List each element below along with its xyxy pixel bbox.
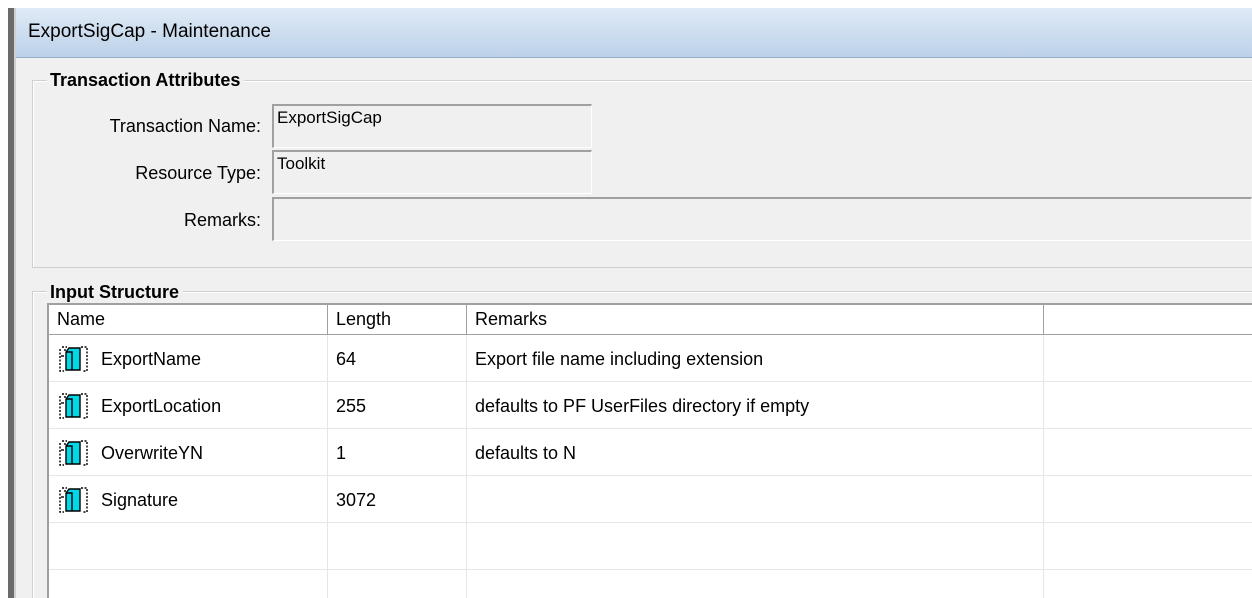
column-header-length[interactable]: Length (328, 305, 467, 335)
empty-table-row[interactable] (49, 570, 1252, 598)
cell-remarks (467, 570, 1044, 598)
cell-name: ExportName (49, 335, 328, 381)
field-icon (59, 346, 88, 372)
cell-remarks (467, 476, 1044, 522)
empty-table-row[interactable] (49, 523, 1252, 570)
cell-name: Signature (49, 476, 328, 522)
cell-length: 64 (328, 335, 467, 381)
window-title: ExportSigCap - Maintenance (28, 21, 271, 42)
column-header-name[interactable]: Name (49, 305, 328, 335)
cell-length (328, 523, 467, 569)
resource-type-field[interactable]: Toolkit (272, 150, 592, 194)
resource-type-value: Toolkit (277, 154, 326, 173)
field-icon (59, 393, 88, 419)
cell-blank (1044, 382, 1252, 428)
cell-remarks: Export file name including extension (467, 335, 1044, 381)
cell-blank (1044, 570, 1252, 598)
resource-type-label: Resource Type: (135, 163, 261, 183)
cell-length: 1 (328, 429, 467, 475)
transaction-attributes-label: Transaction Attributes (47, 70, 245, 91)
field-icon (59, 487, 88, 513)
cell-blank (1044, 429, 1252, 475)
table-row[interactable]: Signature 3072 (49, 476, 1252, 523)
column-header-blank[interactable] (1044, 305, 1252, 335)
transaction-name-value: ExportSigCap (277, 108, 382, 127)
cell-name (49, 523, 328, 569)
table-row[interactable]: ExportName 64 Export file name including e… (49, 335, 1252, 382)
transaction-name-label: Transaction Name: (109, 116, 261, 136)
maintenance-window: ExportSigCap - Maintenance Transaction A… (16, 8, 1252, 598)
window-titlebar[interactable]: ExportSigCap - Maintenance (16, 8, 1252, 58)
cell-name: ExportLocation (49, 382, 328, 428)
cell-remarks: defaults to N (467, 429, 1044, 475)
cell-blank (1044, 523, 1252, 569)
table-row[interactable]: OverwriteYN 1 defaults to N (49, 429, 1252, 476)
cell-length: 255 (328, 382, 467, 428)
cell-remarks: defaults to PF UserFiles directory if em… (467, 382, 1044, 428)
window-edge (8, 8, 16, 598)
cell-length: 3072 (328, 476, 467, 522)
cell-blank (1044, 476, 1252, 522)
remarks-label: Remarks: (183, 210, 261, 230)
cell-name (49, 570, 328, 598)
input-structure-grid[interactable]: Name Length Remarks ExportName 64 Export f… (47, 303, 1252, 598)
column-header-remarks[interactable]: Remarks (467, 305, 1044, 335)
table-row[interactable]: ExportLocation 255 defaults to PF UserFile… (49, 382, 1252, 429)
remarks-field[interactable] (272, 197, 1252, 241)
input-structure-label: Input Structure (47, 282, 183, 303)
cell-name: OverwriteYN (49, 429, 328, 475)
transaction-name-field[interactable]: ExportSigCap (272, 104, 592, 148)
field-icon (59, 440, 88, 466)
cell-length (328, 570, 467, 598)
cell-remarks (467, 523, 1044, 569)
cell-blank (1044, 335, 1252, 381)
